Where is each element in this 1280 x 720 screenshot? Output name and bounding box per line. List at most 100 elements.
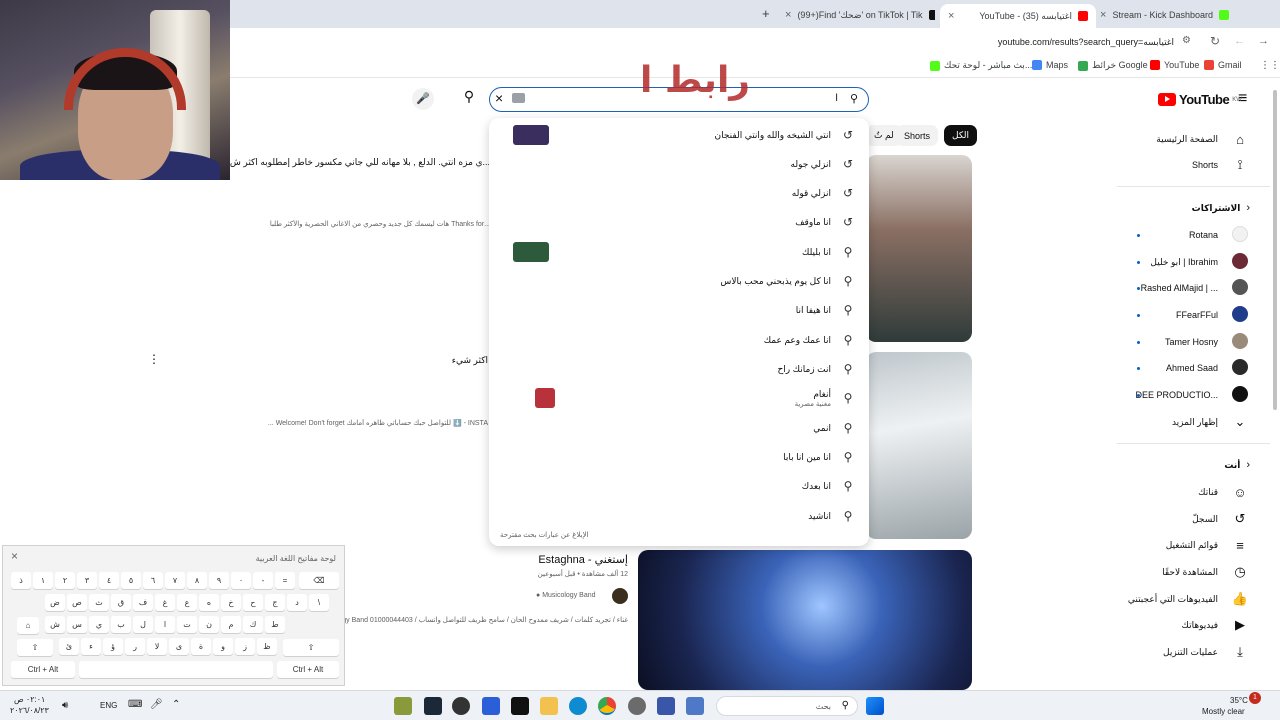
keyboard-key[interactable]: ٢	[55, 572, 75, 589]
suggestion-item[interactable]: اناشيد ⚲	[503, 502, 855, 530]
suggestion-item[interactable]: انا بليلك ⚲	[503, 238, 855, 266]
edge-icon[interactable]	[569, 697, 587, 715]
keyboard-key[interactable]: ز	[235, 638, 255, 655]
keyboard-key[interactable]: ئ	[59, 638, 79, 655]
volume-icon[interactable]: 🔊︎	[62, 700, 68, 711]
keyboard-key[interactable]: لا	[147, 638, 167, 655]
ctrl-alt-key[interactable]: Ctrl + Alt	[277, 661, 339, 678]
keyboard-key[interactable]: ن	[199, 616, 219, 633]
sidebar-item-subscription[interactable]: Rotana	[1100, 223, 1250, 247]
sidebar-item-your-channel[interactable]: قناتك ☺	[1100, 480, 1250, 504]
sidebar-item-history[interactable]: السجلّ ↺	[1100, 507, 1250, 531]
suggestion-item[interactable]: انمي ⚲	[503, 414, 855, 442]
channel-name[interactable]: ● Musicology Band	[536, 592, 596, 599]
keyboard-key[interactable]: ض	[45, 594, 65, 611]
keyboard-key[interactable]: =	[275, 572, 295, 589]
bookmark-gmail[interactable]: Gmail	[1204, 60, 1242, 70]
keyboard-key[interactable]: -	[253, 572, 273, 589]
home-key-icon[interactable]: ⌂	[17, 617, 39, 634]
taskbar-search[interactable]: ⚲ بحث	[716, 696, 858, 716]
keyboard-key[interactable]: ٥	[121, 572, 141, 589]
taskbar-date[interactable]: ٢٠٢٦/٠٨/٢٣	[10, 706, 49, 715]
channel-avatar[interactable]	[612, 588, 628, 604]
sidebar-item-playlists[interactable]: قوائم التشغيل ≡	[1100, 533, 1250, 557]
keyboard-key[interactable]: ٩	[209, 572, 229, 589]
sidebar-item-home[interactable]: الصفحة الرئيسية ⌂	[1100, 127, 1250, 151]
keyboard-key[interactable]: ؤ	[103, 638, 123, 655]
sidebar-subscriptions-header[interactable]: الاشتراكات ›	[1100, 196, 1250, 220]
keyboard-key[interactable]: ق	[111, 594, 131, 611]
keyboard-key[interactable]: ٠	[231, 572, 251, 589]
language-indicator[interactable]: ENG	[100, 701, 117, 710]
keyboard-icon[interactable]	[512, 93, 525, 103]
keyboard-key[interactable]: ا	[155, 616, 175, 633]
steam-icon[interactable]	[424, 697, 442, 715]
keyboard-key[interactable]: ة	[191, 638, 211, 655]
site-settings-icon[interactable]: ⚙	[1182, 35, 1191, 46]
bookmark-maps[interactable]: Maps	[1032, 60, 1068, 70]
shift-key[interactable]: ⇧	[17, 639, 53, 656]
taskbar-time[interactable]: ٠٢:٠١ ص	[14, 695, 45, 704]
suggestion-item[interactable]: انا ماوقف ↺	[503, 208, 855, 236]
suggestion-item[interactable]: انا عمك وعم عمك ⚲	[503, 326, 855, 354]
sidebar-item-downloads[interactable]: عمليات التنزيل ⤓	[1100, 640, 1250, 664]
bookmark-kick[interactable]: بث مباشر - لوحة تحك...	[930, 60, 1032, 71]
sidebar-item-subscription[interactable]: Rashed AlMajid | ...	[1100, 276, 1250, 300]
keyboard-key[interactable]: ٤	[99, 572, 119, 589]
search-input[interactable]: ا	[835, 93, 838, 104]
keyboard-key[interactable]: و	[213, 638, 233, 655]
suggestion-item[interactable]: انا بعدك ⚲	[503, 472, 855, 500]
close-tab-icon[interactable]: ×	[1100, 9, 1106, 21]
keyboard-key[interactable]: ل	[133, 616, 153, 633]
reload-icon[interactable]: ↻	[1210, 34, 1220, 48]
forward-icon[interactable]: ←	[1234, 35, 1245, 47]
voice-search-icon[interactable]: 🎤	[412, 88, 434, 110]
keyboard-icon[interactable]: ⌨	[128, 699, 142, 710]
chip-unwatched[interactable]: لم تُ	[866, 125, 902, 146]
suggestion-item[interactable]: انت زمانك راح ⚲	[503, 355, 855, 383]
video-thumbnail[interactable]	[866, 155, 972, 342]
chip-shorts[interactable]: Shorts	[896, 125, 939, 146]
keyboard-key[interactable]: ٨	[187, 572, 207, 589]
keyboard-key[interactable]: س	[67, 616, 87, 633]
keyboard-key[interactable]: ذ	[11, 572, 31, 589]
shift-key[interactable]: ⇧	[283, 639, 339, 656]
microphone-icon[interactable]: 🎤︎	[150, 699, 163, 710]
keyboard-key[interactable]: ف	[133, 594, 153, 611]
sidebar-item-subscription[interactable]: Tamer Hosny	[1100, 330, 1250, 354]
sidebar-item-subscription[interactable]: Ahmed Saad	[1100, 356, 1250, 380]
sidebar-item-your-videos[interactable]: فيديوهاتك ▶	[1100, 613, 1250, 637]
suggestion-item[interactable]: انا هيفا انا ⚲	[503, 296, 855, 324]
keyboard-key[interactable]: غ	[155, 594, 175, 611]
keyboard-key[interactable]: ٣	[77, 572, 97, 589]
app-icon[interactable]	[511, 697, 529, 715]
video-thumbnail[interactable]	[866, 352, 972, 539]
keyboard-key[interactable]: ر	[125, 638, 145, 655]
sidebar-show-more[interactable]: إظهار المزيد ⌄	[1100, 410, 1250, 434]
app-icon[interactable]	[482, 697, 500, 715]
keyboard-key[interactable]: ح	[243, 594, 263, 611]
keyboard-key[interactable]: م	[221, 616, 241, 633]
video-title[interactable]: إستغني - Estaghna	[480, 553, 628, 566]
close-tab-icon[interactable]: ×	[948, 10, 954, 22]
keyboard-key[interactable]: ع	[177, 594, 197, 611]
suggestion-item[interactable]: انا مين انا بابا ⚲	[503, 443, 855, 471]
video-thumbnail[interactable]	[638, 550, 972, 690]
keyboard-key[interactable]: ش	[45, 616, 65, 633]
report-suggestions-link[interactable]: الإبلاغ عن عبارات بحث مقترحة	[500, 531, 589, 539]
chip-all[interactable]: الكل	[944, 125, 978, 146]
chrome-icon[interactable]	[598, 697, 616, 715]
keyboard-key[interactable]: ط	[265, 616, 285, 633]
keyboard-key[interactable]: ص	[67, 594, 87, 611]
keyboard-key[interactable]: ٧	[165, 572, 185, 589]
notification-badge[interactable]: 1	[1249, 692, 1261, 704]
ctrl-alt-key[interactable]: Ctrl + Alt	[11, 661, 75, 678]
close-tab-icon[interactable]: ×	[785, 9, 791, 21]
app-icon[interactable]	[686, 697, 704, 715]
weather-temp[interactable]: 35°C	[1230, 696, 1248, 705]
suggestion-item[interactable]: انا كل يوم يذبحني محب بالاس ⚲	[503, 267, 855, 295]
clear-search-icon[interactable]: ×	[495, 90, 503, 106]
apps-icon[interactable]: ⋮⋮	[1260, 60, 1280, 71]
keyboard-key[interactable]: ج	[265, 594, 285, 611]
keyboard-key[interactable]: خ	[221, 594, 241, 611]
